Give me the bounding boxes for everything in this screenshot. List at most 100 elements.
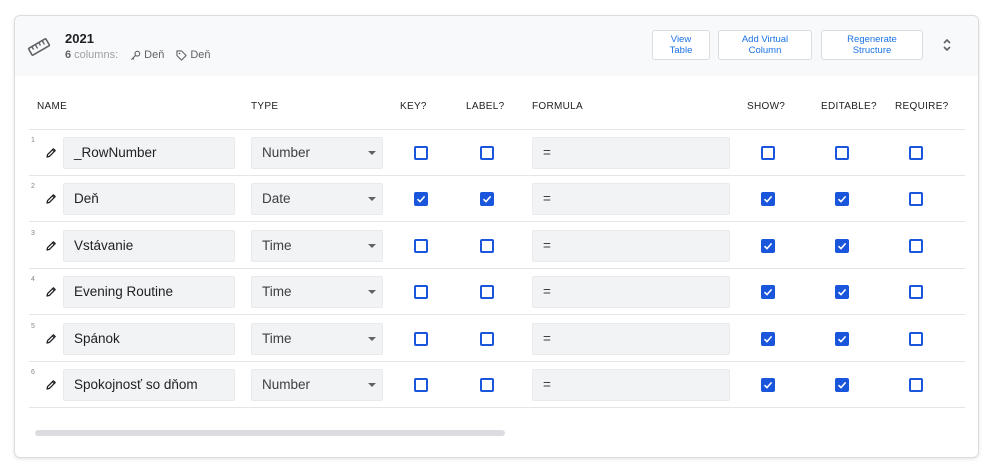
table-row: 3 Vstávanie Time =	[29, 223, 965, 269]
key-checkbox[interactable]	[414, 331, 428, 346]
regenerate-structure-button[interactable]: Regenerate Structure	[821, 30, 923, 60]
column-type-select[interactable]: Time	[251, 229, 383, 262]
row-number: 5	[31, 322, 35, 330]
pencil-icon[interactable]	[45, 333, 57, 345]
check-icon	[837, 335, 847, 343]
key-checkbox[interactable]	[414, 378, 428, 392]
caret-down-icon	[368, 243, 376, 248]
show-checkbox[interactable]	[761, 192, 775, 207]
columns-label: columns:	[74, 49, 119, 61]
show-checkbox[interactable]	[761, 238, 775, 253]
key-checkbox[interactable]	[414, 285, 428, 300]
key-column-tag: Deň	[130, 49, 164, 61]
require-checkbox[interactable]	[909, 285, 923, 300]
column-type-select[interactable]: Date	[251, 183, 383, 216]
column-name-input[interactable]: Deň	[63, 183, 235, 216]
label-checkbox[interactable]	[480, 378, 494, 392]
pencil-icon[interactable]	[45, 193, 57, 205]
require-checkbox[interactable]	[909, 192, 923, 207]
pencil-icon[interactable]	[45, 286, 57, 298]
label-column-name: Deň	[190, 49, 211, 61]
column-count: 6	[65, 49, 72, 61]
table-row: 2 Deň Date =	[29, 176, 965, 223]
check-icon	[837, 289, 847, 296]
caret-down-icon	[368, 197, 376, 202]
label-checkbox[interactable]	[480, 192, 494, 207]
view-table-button[interactable]: View Table	[652, 30, 710, 60]
col-header-label: LABEL?	[466, 101, 505, 112]
table-row: 1 _RowNumber Number =	[29, 130, 965, 176]
editable-checkbox[interactable]	[835, 192, 849, 207]
require-checkbox[interactable]	[909, 331, 923, 346]
column-type-value: Date	[262, 191, 291, 207]
editable-checkbox[interactable]	[835, 238, 849, 253]
editable-checkbox[interactable]	[835, 285, 849, 300]
column-name-input[interactable]: Spokojnosť so dňom	[63, 369, 235, 401]
label-checkbox[interactable]	[480, 285, 494, 300]
unfold-icon[interactable]	[940, 37, 954, 53]
show-checkbox[interactable]	[761, 146, 775, 160]
horizontal-scrollbar[interactable]	[35, 430, 505, 436]
editable-checkbox[interactable]	[835, 146, 849, 160]
ruler-icon	[27, 38, 51, 56]
label-checkbox[interactable]	[480, 146, 494, 160]
tag-icon	[176, 49, 187, 61]
col-header-type: TYPE	[251, 101, 279, 112]
pencil-icon[interactable]	[45, 147, 57, 159]
col-header-show: SHOW?	[747, 101, 786, 112]
column-name-input[interactable]: Evening Routine	[63, 276, 235, 309]
check-icon	[837, 242, 847, 250]
caret-down-icon	[368, 151, 376, 155]
label-checkbox[interactable]	[480, 238, 494, 253]
table-row: 4 Evening Routine Time =	[29, 269, 965, 316]
column-type-select[interactable]: Time	[251, 276, 383, 309]
check-icon	[763, 381, 773, 389]
pencil-icon[interactable]	[45, 379, 57, 391]
show-checkbox[interactable]	[761, 331, 775, 346]
label-checkbox[interactable]	[480, 331, 494, 346]
check-icon	[763, 242, 773, 250]
column-name-input[interactable]: _RowNumber	[63, 137, 235, 169]
key-column-name: Deň	[144, 49, 165, 61]
caret-down-icon	[368, 383, 376, 387]
formula-input[interactable]: =	[532, 183, 730, 216]
add-virtual-column-button[interactable]: Add Virtual Column	[718, 30, 812, 60]
table-card: 2021 6 columns: Deň Deň View Table Add V…	[14, 15, 979, 458]
col-header-require: REQUIRE?	[895, 101, 949, 112]
require-checkbox[interactable]	[909, 146, 923, 160]
col-header-editable: EDITABLE?	[821, 101, 877, 112]
col-header-name: NAME	[37, 101, 68, 112]
require-checkbox[interactable]	[909, 238, 923, 253]
table-meta: 6 columns: Deň Deň	[65, 49, 223, 61]
table-row: 5 Spánok Time =	[29, 316, 965, 362]
column-type-select[interactable]: Number	[251, 137, 383, 169]
check-icon	[763, 196, 773, 204]
caret-down-icon	[368, 336, 376, 341]
column-type-select[interactable]: Time	[251, 322, 383, 355]
column-name-input[interactable]: Vstávanie	[63, 229, 235, 262]
show-checkbox[interactable]	[761, 285, 775, 300]
column-name-input[interactable]: Spánok	[63, 322, 235, 355]
editable-checkbox[interactable]	[835, 378, 849, 392]
formula-input[interactable]: =	[532, 137, 730, 169]
table-name: 2021	[65, 31, 94, 46]
key-checkbox[interactable]	[414, 238, 428, 253]
key-checkbox[interactable]	[414, 192, 428, 207]
formula-input[interactable]: =	[532, 369, 730, 401]
column-type-value: Number	[262, 145, 311, 160]
editable-checkbox[interactable]	[835, 331, 849, 346]
formula-input[interactable]: =	[532, 276, 730, 309]
column-type-value: Time	[262, 330, 292, 346]
key-checkbox[interactable]	[414, 146, 428, 160]
check-icon	[482, 196, 492, 204]
col-header-formula: FORMULA	[532, 101, 583, 112]
require-checkbox[interactable]	[909, 378, 923, 392]
formula-input[interactable]: =	[532, 322, 730, 355]
pencil-icon[interactable]	[45, 240, 57, 252]
check-icon	[837, 381, 847, 389]
show-checkbox[interactable]	[761, 378, 775, 392]
col-header-key: KEY?	[400, 101, 427, 112]
formula-input[interactable]: =	[532, 229, 730, 262]
column-type-select[interactable]: Number	[251, 369, 383, 401]
row-number: 6	[31, 369, 35, 376]
